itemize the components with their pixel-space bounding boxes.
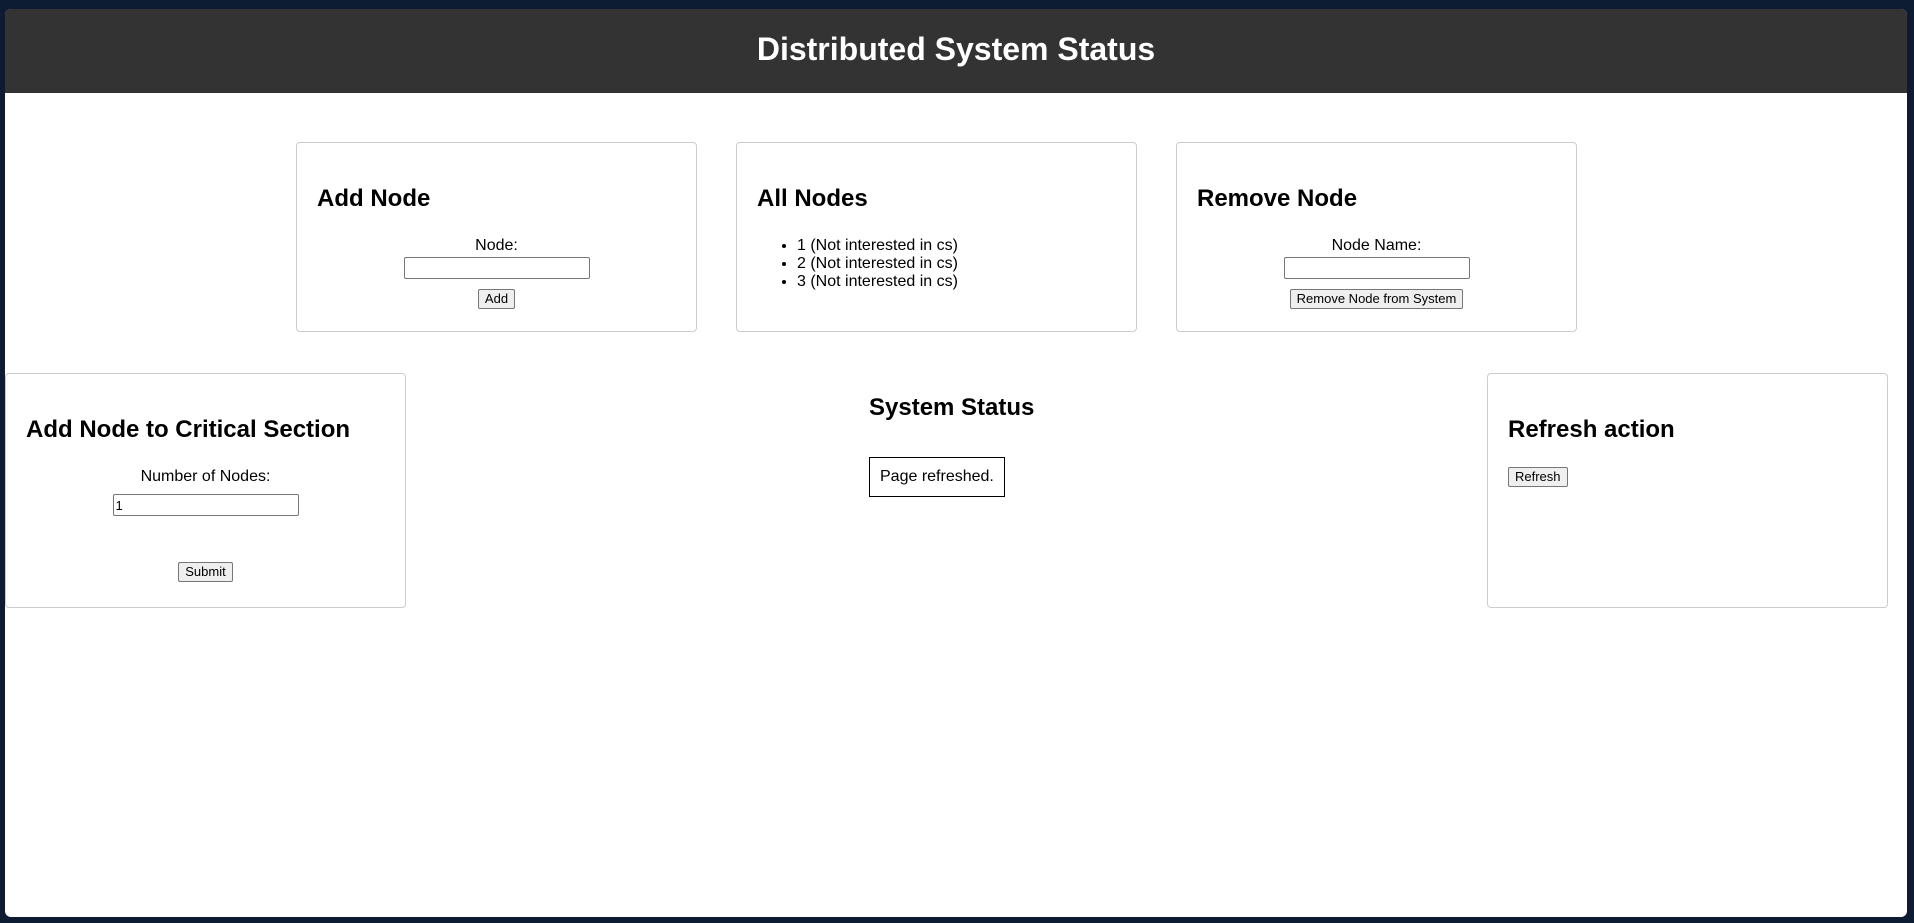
refresh-button[interactable]: Refresh <box>1508 467 1568 487</box>
list-item: 1 (Not interested in cs) <box>797 237 1116 255</box>
all-nodes-card: All Nodes 1 (Not interested in cs) 2 (No… <box>736 142 1137 332</box>
number-of-nodes-input[interactable] <box>112 494 299 516</box>
critical-section-form: Number of Nodes: Submit <box>26 468 385 582</box>
all-nodes-title: All Nodes <box>757 185 868 212</box>
node-input[interactable] <box>403 257 590 279</box>
remove-node-button[interactable]: Remove Node from System <box>1289 289 1464 309</box>
page-title: Distributed System Status <box>756 31 1156 67</box>
list-item: 2 (Not interested in cs) <box>797 255 1116 273</box>
add-node-form: Node: Add <box>317 237 676 309</box>
list-item: 3 (Not interested in cs) <box>797 273 1116 291</box>
remove-node-card: Remove Node Node Name: Remove Node from … <box>1176 142 1577 332</box>
submit-button[interactable]: Submit <box>178 562 233 582</box>
number-of-nodes-label: Number of Nodes: <box>140 468 271 485</box>
refresh-card: Refresh action Refresh <box>1487 373 1888 608</box>
system-status-title: System Status <box>869 394 1035 421</box>
critical-section-card: Add Node to Critical Section Number of N… <box>5 373 406 608</box>
page-header: Distributed System Status <box>5 9 1907 93</box>
critical-section-title: Add Node to Critical Section <box>26 416 351 443</box>
add-node-card: Add Node Node: Add <box>296 142 697 332</box>
add-node-title: Add Node <box>317 185 431 212</box>
node-list: 1 (Not interested in cs) 2 (Not interest… <box>757 237 1116 291</box>
remove-node-form: Node Name: Remove Node from System <box>1197 237 1556 309</box>
remove-node-title: Remove Node <box>1197 185 1358 212</box>
node-name-input[interactable] <box>1283 257 1470 279</box>
node-label: Node: <box>475 237 518 254</box>
app-window: Distributed System Status Add Node Node:… <box>5 9 1907 917</box>
status-message: Page refreshed. <box>869 457 1005 497</box>
node-name-label: Node Name: <box>1331 237 1422 254</box>
refresh-title: Refresh action <box>1508 416 1675 443</box>
add-button[interactable]: Add <box>477 289 516 309</box>
